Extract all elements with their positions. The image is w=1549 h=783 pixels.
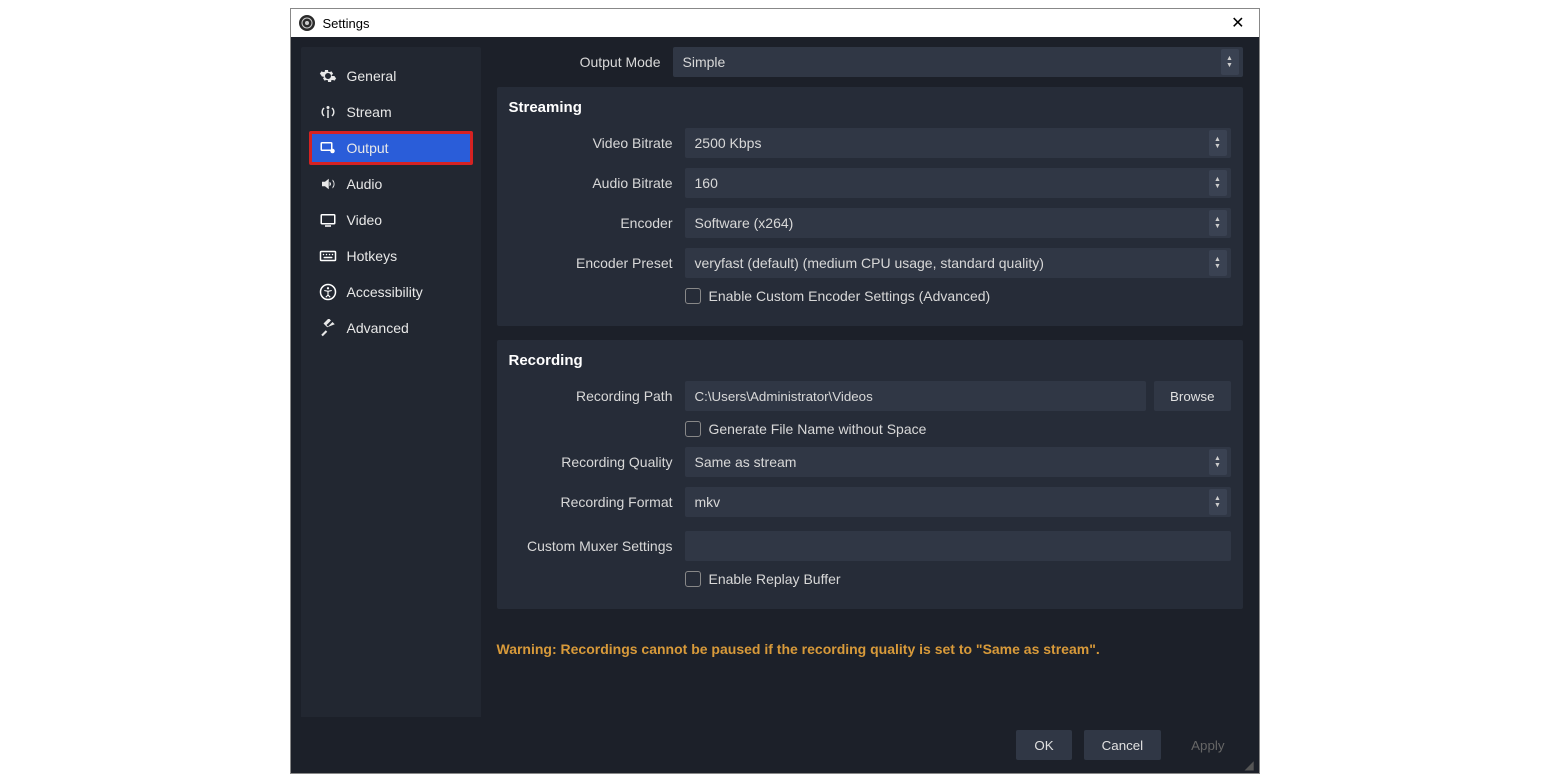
close-button[interactable]: ✕ <box>1225 13 1250 33</box>
sidebar-item-label: Accessibility <box>347 284 423 300</box>
output-mode-select[interactable]: Simple ▲▼ <box>673 47 1243 77</box>
recording-quality-select[interactable]: Same as stream ▲▼ <box>685 447 1231 477</box>
sidebar-item-label: Stream <box>347 104 392 120</box>
enable-replay-buffer-label: Enable Replay Buffer <box>709 571 841 587</box>
sidebar-item-label: Hotkeys <box>347 248 398 264</box>
monitor-icon <box>319 211 337 229</box>
recording-quality-label: Recording Quality <box>509 454 677 470</box>
generate-no-space-checkbox[interactable] <box>685 421 701 437</box>
recording-path-label: Recording Path <box>509 388 677 404</box>
sidebar-item-label: Advanced <box>347 320 409 336</box>
sidebar-item-advanced[interactable]: Advanced <box>309 311 473 345</box>
chevron-updown-icon: ▲▼ <box>1209 250 1227 276</box>
enable-custom-encoder-label: Enable Custom Encoder Settings (Advanced… <box>709 288 991 304</box>
enable-replay-buffer-checkbox[interactable] <box>685 571 701 587</box>
ok-button[interactable]: OK <box>1016 730 1071 760</box>
recording-format-label: Recording Format <box>509 494 677 510</box>
apply-button[interactable]: Apply <box>1173 730 1242 760</box>
recording-panel: Recording Recording Path Browse Generate… <box>497 340 1243 609</box>
audio-bitrate-select[interactable]: 160 ▲▼ <box>685 168 1231 198</box>
encoder-label: Encoder <box>509 215 677 231</box>
chevron-updown-icon: ▲▼ <box>1209 489 1227 515</box>
output-mode-label: Output Mode <box>497 54 665 70</box>
warning-text: Warning: Recordings cannot be paused if … <box>497 641 1243 657</box>
keyboard-icon <box>319 247 337 265</box>
obs-icon <box>299 15 315 31</box>
encoder-preset-select[interactable]: veryfast (default) (medium CPU usage, st… <box>685 248 1231 278</box>
tools-icon <box>319 319 337 337</box>
encoder-preset-label: Encoder Preset <box>509 255 677 271</box>
sidebar-item-label: General <box>347 68 397 84</box>
streaming-title: Streaming <box>509 99 1231 116</box>
chevron-updown-icon: ▲▼ <box>1209 449 1227 475</box>
sidebar-item-label: Audio <box>347 176 383 192</box>
encoder-select[interactable]: Software (x264) ▲▼ <box>685 208 1231 238</box>
sidebar-item-general[interactable]: General <box>309 59 473 93</box>
accessibility-icon <box>319 283 337 301</box>
generate-no-space-label: Generate File Name without Space <box>709 421 927 437</box>
enable-custom-encoder-checkbox[interactable] <box>685 288 701 304</box>
sidebar-item-label: Output <box>347 140 389 156</box>
sidebar: General Stream Output Audio Video Hotkey… <box>301 47 481 717</box>
speaker-icon <box>319 175 337 193</box>
antenna-icon <box>319 103 337 121</box>
spinner-arrows-icon: ▲▼ <box>1209 130 1227 156</box>
sidebar-item-accessibility[interactable]: Accessibility <box>309 275 473 309</box>
recording-title: Recording <box>509 352 1231 369</box>
chevron-updown-icon: ▲▼ <box>1209 170 1227 196</box>
cancel-button[interactable]: Cancel <box>1084 730 1162 760</box>
output-icon <box>319 139 337 157</box>
audio-bitrate-label: Audio Bitrate <box>509 175 677 191</box>
video-bitrate-input[interactable]: 2500 Kbps ▲▼ <box>685 128 1231 158</box>
settings-window: Settings ✕ General Stream Output Audio <box>290 8 1260 774</box>
sidebar-item-audio[interactable]: Audio <box>309 167 473 201</box>
chevron-updown-icon: ▲▼ <box>1221 49 1239 75</box>
custom-muxer-input[interactable] <box>685 531 1231 561</box>
streaming-panel: Streaming Video Bitrate 2500 Kbps ▲▼ Aud… <box>497 87 1243 326</box>
sidebar-item-output[interactable]: Output <box>309 131 473 165</box>
chevron-updown-icon: ▲▼ <box>1209 210 1227 236</box>
browse-button[interactable]: Browse <box>1154 381 1230 411</box>
sidebar-item-hotkeys[interactable]: Hotkeys <box>309 239 473 273</box>
sidebar-item-video[interactable]: Video <box>309 203 473 237</box>
window-title: Settings <box>323 16 370 31</box>
main-panel: Output Mode Simple ▲▼ Streaming Video Bi… <box>481 37 1259 717</box>
gear-icon <box>319 67 337 85</box>
sidebar-item-label: Video <box>347 212 383 228</box>
footer: OK Cancel Apply <box>291 717 1259 773</box>
video-bitrate-label: Video Bitrate <box>509 135 677 151</box>
recording-path-input[interactable] <box>685 381 1147 411</box>
custom-muxer-label: Custom Muxer Settings <box>509 538 677 554</box>
resize-grip-icon[interactable]: ◢ <box>1245 759 1257 771</box>
titlebar: Settings ✕ <box>291 9 1259 37</box>
sidebar-item-stream[interactable]: Stream <box>309 95 473 129</box>
recording-format-select[interactable]: mkv ▲▼ <box>685 487 1231 517</box>
